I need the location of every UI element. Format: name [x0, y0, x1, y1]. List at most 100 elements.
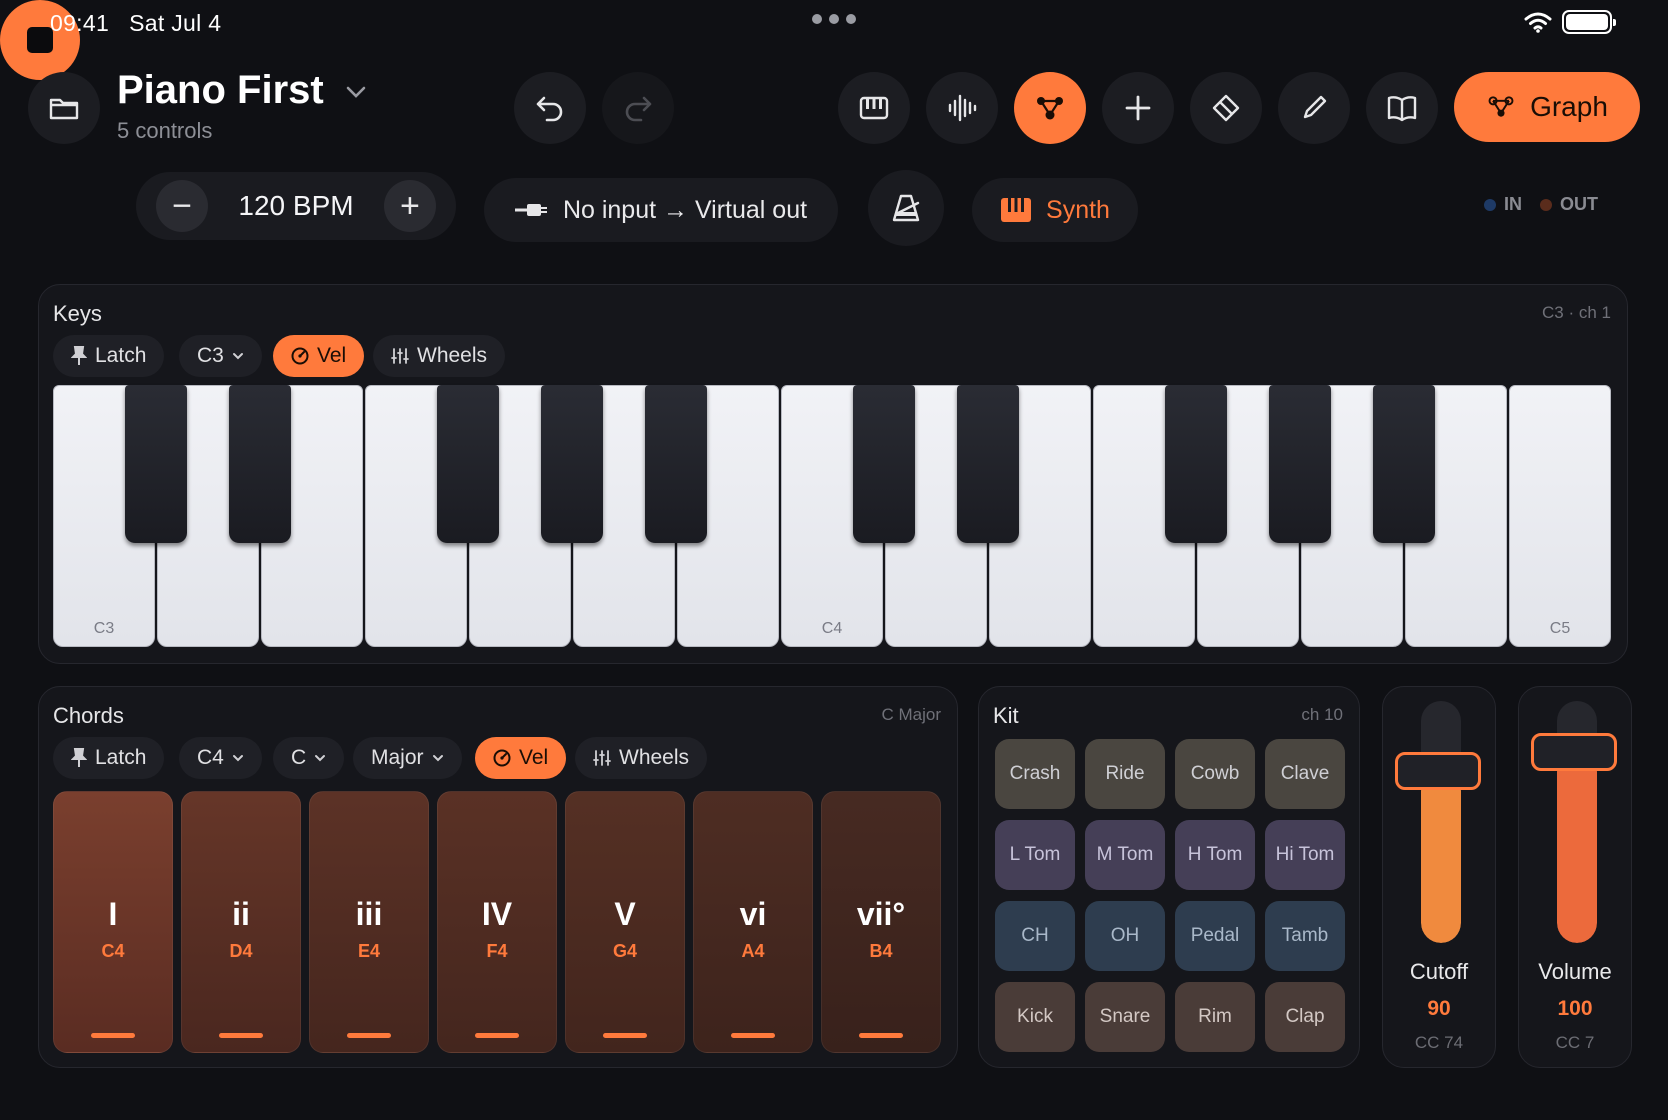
tempo-increase-button[interactable]: +: [383, 180, 436, 232]
drum-pad[interactable]: Clap: [1265, 982, 1345, 1052]
chord-pad[interactable]: IV F4: [437, 791, 557, 1053]
drum-pad[interactable]: Tamb: [1265, 901, 1345, 971]
drum-pad[interactable]: Pedal: [1175, 901, 1255, 971]
status-date: Sat Jul 4: [129, 10, 222, 36]
metronome-button[interactable]: [868, 170, 944, 246]
piano-black-key[interactable]: [437, 385, 499, 543]
piano-black-key[interactable]: [957, 385, 1019, 543]
fader-panel-volume: Volume 100 CC 7: [1518, 686, 1632, 1068]
chord-pad[interactable]: I C4: [53, 791, 173, 1053]
chord-pad[interactable]: V G4: [565, 791, 685, 1053]
waveform-button[interactable]: [926, 72, 998, 144]
page-title[interactable]: Piano First: [117, 68, 367, 113]
status-bar-clock: 09:41 Sat Jul 4: [50, 10, 221, 37]
folder-icon: [49, 98, 79, 120]
drum-pad[interactable]: Kick: [995, 982, 1075, 1052]
piano-key-label: C5: [1549, 620, 1571, 637]
keys-wheels-button[interactable]: Wheels: [373, 335, 506, 377]
control-count: 5 controls: [117, 118, 213, 143]
fader-handle[interactable]: [1395, 752, 1481, 790]
chord-velocity-bar: [603, 1033, 647, 1038]
open-book-icon: [1387, 96, 1417, 122]
chord-root-note: G4: [612, 941, 637, 961]
chord-velocity-bar: [475, 1033, 519, 1038]
redo-icon: [625, 96, 652, 122]
piano-black-key[interactable]: [1269, 385, 1331, 543]
keys-velocity-toggle[interactable]: Vel: [273, 335, 365, 377]
fader-name: Volume: [1538, 959, 1612, 984]
keys-octave-select[interactable]: C3: [179, 335, 262, 377]
piano-black-key[interactable]: [229, 385, 291, 543]
piano-black-key[interactable]: [853, 385, 915, 543]
tempo-decrease-button[interactable]: −: [156, 180, 208, 232]
piano-keyboard[interactable]: C3 C4 C5: [53, 385, 1613, 647]
chords-key-select[interactable]: C: [273, 737, 345, 779]
piano-black-key[interactable]: [541, 385, 603, 543]
add-button[interactable]: [1102, 72, 1174, 144]
piano-black-key[interactable]: [1165, 385, 1227, 543]
chord-degree: vi: [739, 896, 767, 932]
chord-degree: I: [108, 896, 118, 932]
midi-in-indicator: IN: [1484, 194, 1522, 215]
piano-keys-icon: [859, 96, 889, 120]
edit-button[interactable]: [1278, 72, 1350, 144]
chord-root-note: E4: [357, 941, 381, 961]
piano-black-key[interactable]: [645, 385, 707, 543]
chord-velocity-bar: [219, 1033, 263, 1038]
fader-fill: [1557, 752, 1597, 943]
piano-black-key[interactable]: [125, 385, 187, 543]
synth-button[interactable]: Synth: [972, 178, 1138, 242]
chord-pad[interactable]: ii D4: [181, 791, 301, 1053]
drum-pad[interactable]: L Tom: [995, 820, 1075, 890]
drum-pad[interactable]: H Tom: [1175, 820, 1255, 890]
chords-velocity-toggle[interactable]: Vel: [475, 737, 567, 779]
chord-pad[interactable]: vi A4: [693, 791, 813, 1053]
eraser-button[interactable]: [1190, 72, 1262, 144]
keys-latch-button[interactable]: Latch: [53, 335, 165, 377]
chord-velocity-bar: [347, 1033, 391, 1038]
pencil-icon: [1303, 95, 1327, 119]
graph-view-button[interactable]: [1014, 72, 1086, 144]
folder-button[interactable]: [28, 72, 100, 144]
piano-white-key[interactable]: C5: [1509, 385, 1611, 647]
drum-pad[interactable]: Crash: [995, 739, 1075, 809]
multitasking-dots-icon[interactable]: [812, 14, 856, 24]
graph-button[interactable]: Graph: [1454, 72, 1640, 142]
drum-pad[interactable]: Clave: [1265, 739, 1345, 809]
fader-cc: CC 7: [1555, 1033, 1595, 1052]
fader-track[interactable]: [1421, 701, 1461, 943]
gauge-icon: [291, 347, 309, 365]
chord-degree: iii: [355, 896, 383, 932]
metronome-icon: [892, 194, 920, 222]
chords-latch-button[interactable]: Latch: [53, 737, 165, 779]
chord-pad[interactable]: iii E4: [309, 791, 429, 1053]
wifi-icon: [1524, 12, 1552, 33]
drum-pad[interactable]: Snare: [1085, 982, 1165, 1052]
keyboard-view-button[interactable]: [838, 72, 910, 144]
drum-pad[interactable]: Hi Tom: [1265, 820, 1345, 890]
piano-black-key[interactable]: [1373, 385, 1435, 543]
sliders-icon: [391, 348, 409, 364]
keys-title: Keys: [53, 301, 102, 326]
library-button[interactable]: [1366, 72, 1438, 144]
drum-pad[interactable]: OH: [1085, 901, 1165, 971]
drum-pad[interactable]: Rim: [1175, 982, 1255, 1052]
redo-button[interactable]: [602, 72, 674, 144]
gauge-icon: [493, 749, 511, 767]
synth-label: Synth: [1046, 195, 1110, 224]
chords-scale-select[interactable]: Major: [353, 737, 462, 779]
chord-velocity-bar: [731, 1033, 775, 1038]
midi-routing-button[interactable]: No input → Virtual out: [484, 178, 838, 242]
undo-button[interactable]: [514, 72, 586, 144]
fader-handle[interactable]: [1531, 733, 1617, 771]
midi-activity-indicator: IN OUT: [1484, 194, 1598, 215]
drum-pad[interactable]: CH: [995, 901, 1075, 971]
drum-pad[interactable]: Ride: [1085, 739, 1165, 809]
chords-octave-select[interactable]: C4: [179, 737, 262, 779]
keys-panel: Keys C3 · ch 1 Latch C3 Vel Wheels C3 C4 C…: [38, 284, 1628, 664]
drum-pad[interactable]: Cowb: [1175, 739, 1255, 809]
kit-meta: ch 10: [1301, 705, 1343, 724]
chord-pad[interactable]: vii° B4: [821, 791, 941, 1053]
chords-wheels-button[interactable]: Wheels: [575, 737, 708, 779]
drum-pad[interactable]: M Tom: [1085, 820, 1165, 890]
